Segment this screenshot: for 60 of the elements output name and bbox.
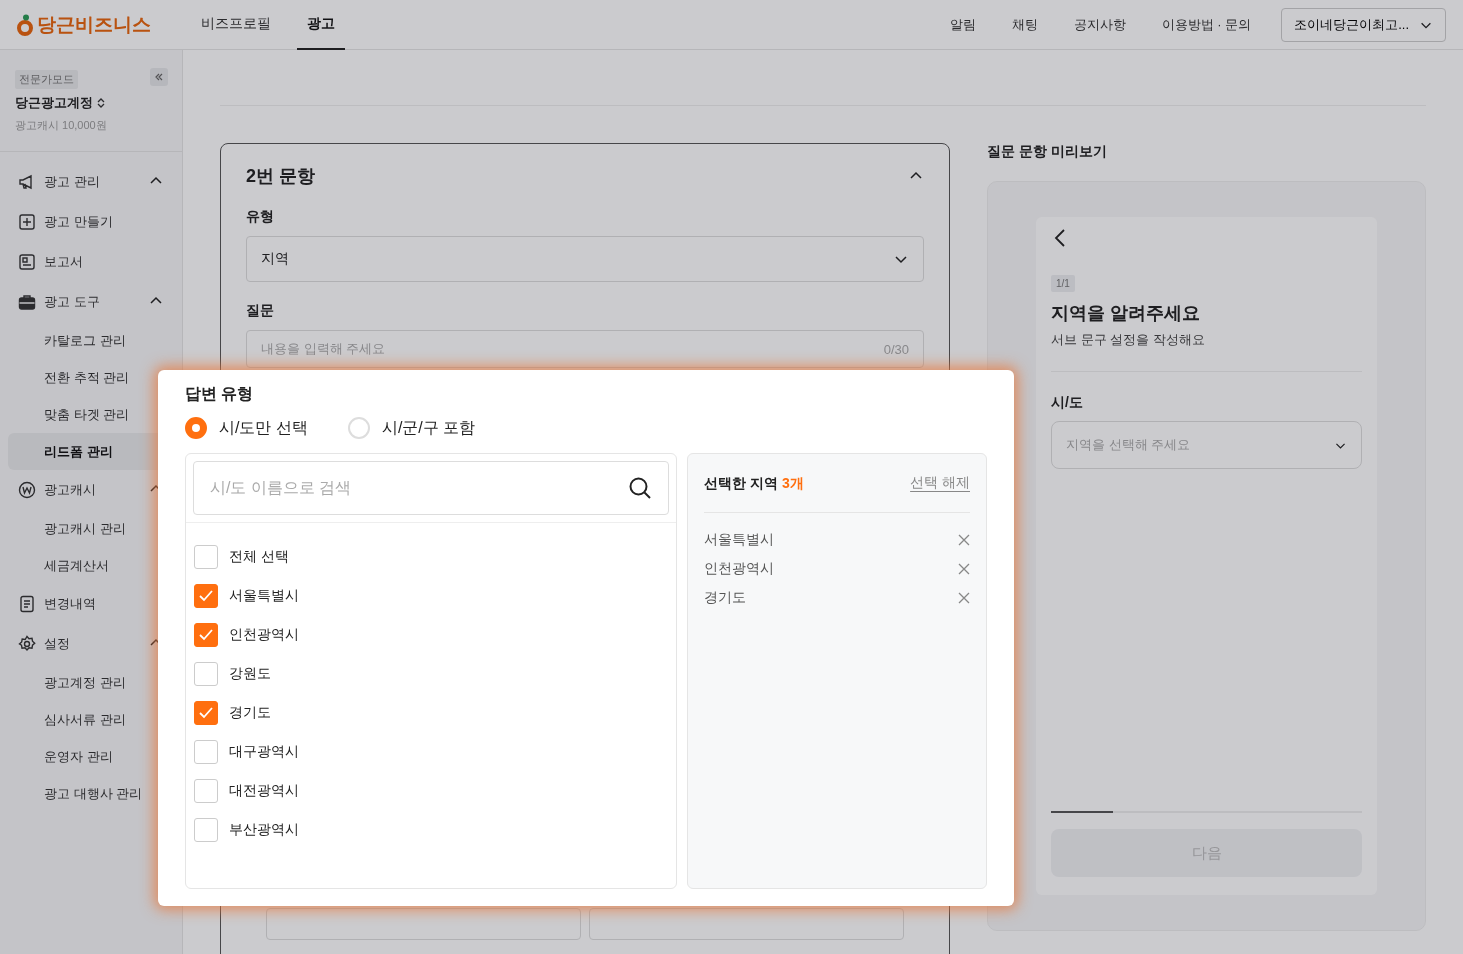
header-link[interactable]: 채팅 [1011,15,1038,34]
close-icon[interactable] [958,533,970,546]
radio-option[interactable]: 시/군/구 포함 [347,417,476,439]
preview-subtext: 서브 문구 설정을 작성해요 [1051,331,1206,349]
header-link[interactable]: 알림 [949,15,976,34]
region-checkbox-row[interactable]: 서울특별시 [194,576,668,615]
search-icon [628,476,652,500]
sidebar-item[interactable]: 보고서 [8,242,174,282]
account-name[interactable]: 당근광고계정 [15,94,93,112]
sidebar-item[interactable]: 광고캐시 [8,470,174,510]
close-icon[interactable] [958,562,970,575]
sidebar-item[interactable]: 설정 [8,624,174,664]
double-chevron-icon [154,72,164,82]
region-checkbox-row[interactable]: 부산광역시 [194,810,668,849]
nav-tab[interactable]: 광고 [297,0,345,50]
region-checkbox-row[interactable]: 대전광역시 [194,771,668,810]
selected-count: 3개 [781,474,804,491]
toolbox-icon [18,293,36,311]
type-select[interactable]: 지역 [246,236,924,282]
nav-tab[interactable]: 비즈프로필 [191,0,281,50]
preview-question: 지역을 알려주세요 [1051,302,1201,325]
field-label: 질문 [246,302,275,320]
preview-title: 질문 문항 미리보기 [987,143,1108,161]
sidebar-item[interactable]: 광고 관리 [8,162,174,202]
selected-title: 선택한 지역 [704,474,778,491]
cash-balance: 광고캐시 10,000원 [15,118,108,133]
settings-icon [18,635,36,653]
report-icon [18,253,36,271]
mode-badge: 전문가모드 [15,70,78,89]
sidebar-item[interactable]: 광고 만들기 [8,202,174,242]
sidebar-subitem[interactable]: 카탈로그 관리 [8,322,174,359]
sidebar-item[interactable]: 변경내역 [8,584,174,624]
input-field[interactable] [589,908,904,940]
clear-link[interactable]: 선택 해제 [910,474,970,492]
radio-option[interactable]: 시/도만 선택 [185,417,308,439]
collapse-button[interactable] [150,68,168,86]
input-field[interactable] [266,908,581,940]
selected-region: 서울특별시 [704,530,774,549]
header-link[interactable]: 공지사항 [1073,15,1126,34]
region-checkbox-row[interactable]: 전체 선택 [194,537,668,576]
account-dropdown[interactable]: 조이네당근이최고... [1281,7,1446,42]
sort-icon [96,97,106,109]
header-link[interactable]: 이용방법 · 문의 [1161,15,1252,34]
popup-title: 답변 유형 [185,384,255,404]
plus-square-icon [18,213,36,231]
selected-region: 경기도 [704,588,746,607]
region-checkbox-row[interactable]: 인천광역시 [194,615,668,654]
field-label: 유형 [246,208,275,226]
close-icon[interactable] [958,591,970,604]
region-checkbox-row[interactable]: 대구광역시 [194,732,668,771]
card-title: 2번 문항 [246,165,315,188]
coin-icon [18,481,36,499]
sidebar-item[interactable]: 광고 도구 [8,282,174,322]
selected-region: 인천광역시 [704,559,774,578]
region-checkbox-row[interactable]: 강원도 [194,654,668,693]
region-checkbox-row[interactable]: 경기도 [194,693,668,732]
step-badge: 1/1 [1051,275,1075,292]
field-label: 시/도 [1051,394,1084,412]
logo-icon [17,13,33,36]
document-icon [18,595,36,613]
